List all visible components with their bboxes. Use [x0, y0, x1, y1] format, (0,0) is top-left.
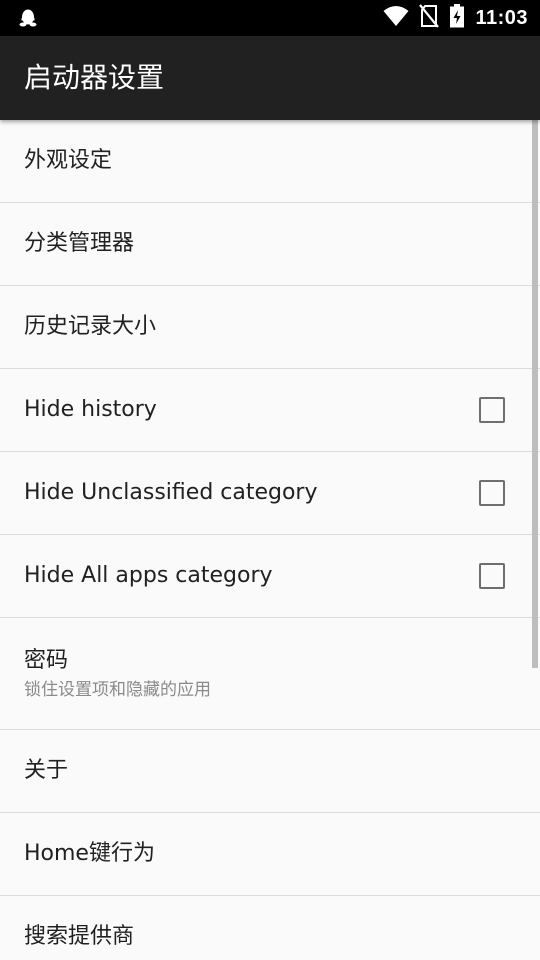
setting-title: Home键行为: [24, 841, 155, 866]
no-sim-icon: [419, 4, 440, 32]
setting-search-provider[interactable]: 搜索提供商: [0, 896, 540, 960]
setting-title: 搜索提供商: [24, 924, 135, 949]
battery-charging-icon: [449, 4, 465, 32]
setting-title: 历史记录大小: [24, 314, 157, 339]
setting-appearance[interactable]: 外观设定: [0, 120, 540, 203]
setting-title: 外观设定: [24, 148, 113, 173]
setting-about[interactable]: 关于: [0, 730, 540, 813]
setting-title: Hide All apps category: [24, 563, 273, 588]
status-bar: 11:03: [0, 0, 540, 36]
setting-summary: 锁住设置项和隐藏的应用: [24, 679, 211, 700]
hide-all-apps-checkbox[interactable]: [479, 563, 505, 589]
hide-unclassified-checkbox[interactable]: [479, 480, 505, 506]
setting-hide-all-apps[interactable]: Hide All apps category: [0, 535, 540, 618]
status-time: 11:03: [475, 6, 528, 29]
setting-title: 密码: [24, 647, 69, 673]
settings-list[interactable]: 外观设定 分类管理器 历史记录大小 Hide history Hide Uncl…: [0, 120, 540, 960]
page-title: 启动器设置: [24, 61, 165, 94]
scrollbar[interactable]: [532, 120, 538, 668]
wifi-icon: [383, 5, 409, 31]
setting-title: 关于: [24, 758, 69, 783]
setting-title: Hide Unclassified category: [24, 480, 318, 505]
setting-hide-history[interactable]: Hide history: [0, 369, 540, 452]
setting-hide-unclassified[interactable]: Hide Unclassified category: [0, 452, 540, 535]
qq-penguin-icon: [18, 8, 38, 28]
setting-title: Hide history: [24, 397, 157, 422]
app-toolbar: 启动器设置: [0, 36, 540, 120]
setting-home-key-behavior[interactable]: Home键行为: [0, 813, 540, 896]
hide-history-checkbox[interactable]: [479, 397, 505, 423]
setting-title: 分类管理器: [24, 231, 135, 256]
setting-category-manager[interactable]: 分类管理器: [0, 203, 540, 286]
setting-password[interactable]: 密码 锁住设置项和隐藏的应用: [0, 618, 540, 730]
setting-history-size[interactable]: 历史记录大小: [0, 286, 540, 369]
